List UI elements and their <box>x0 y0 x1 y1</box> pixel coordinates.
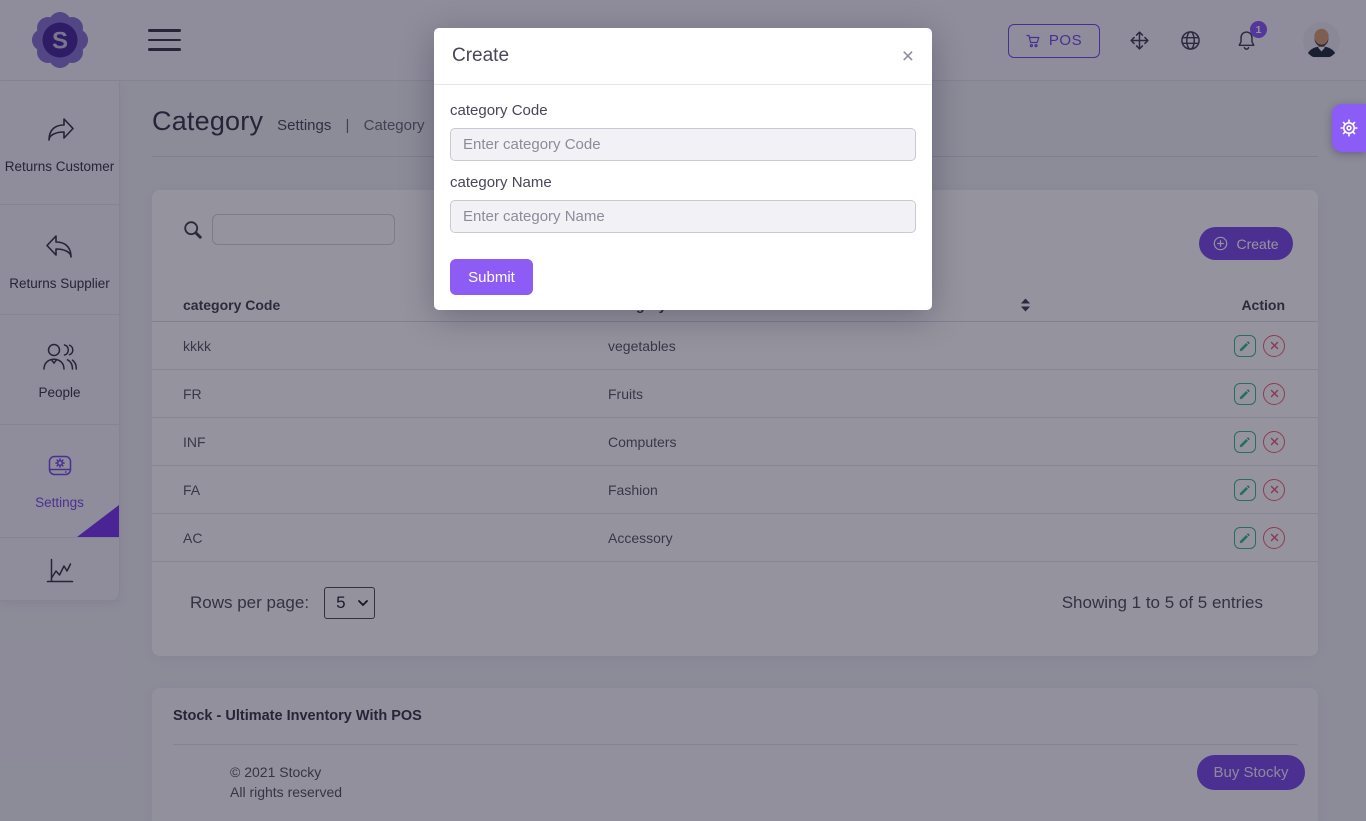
theme-settings-button[interactable] <box>1332 104 1366 152</box>
gear-icon <box>1337 116 1361 140</box>
category-name-label: category Name <box>450 174 916 191</box>
close-icon[interactable]: × <box>902 46 914 67</box>
modal-body: category Code category Name Submit <box>434 85 932 295</box>
modal-title: Create <box>452 45 509 67</box>
category-name-input[interactable] <box>450 200 916 233</box>
category-code-label: category Code <box>450 102 916 119</box>
submit-button[interactable]: Submit <box>450 259 533 295</box>
category-code-input[interactable] <box>450 128 916 161</box>
modal-header: Create × <box>434 28 932 85</box>
create-category-modal: Create × category Code category Name Sub… <box>434 28 932 310</box>
